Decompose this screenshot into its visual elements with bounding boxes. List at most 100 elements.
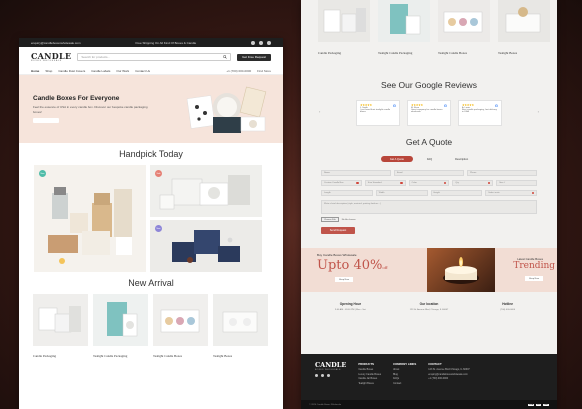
top-bar: enquiry@candleboxeswholesale.com Free Sh… [19,38,283,47]
required-marker [356,181,359,185]
new-badge: New [39,170,46,177]
facebook-icon[interactable] [251,40,255,45]
footer-phone[interactable]: +1 (700) 000-0000 [428,377,469,382]
quote-tabs: Get A Quote FAQ Description [301,156,557,162]
box-type-select[interactable]: Custom Candle Box [321,180,362,186]
footer-link[interactable]: Contact [393,382,416,387]
size-select[interactable]: Size Standard [364,180,406,186]
hero-button[interactable] [33,117,59,123]
required-marker [531,191,534,195]
search-input[interactable]: Search for products... [77,53,232,61]
review-card: ★★★★★ G J. Smith I just loved their teal… [356,100,400,126]
nav-item-home[interactable]: Home [31,69,39,73]
new-badge: New [155,225,162,232]
phone-field[interactable]: Phone [467,170,537,176]
qty-field[interactable]: Qty [452,180,494,186]
product-card[interactable]: Tealight Boxes [213,294,268,358]
review-card: ★★★★★ G M. Rose Great company for candle… [407,100,451,126]
product-title[interactable]: Tealight Candle Packaging [378,51,430,55]
message-textarea[interactable]: Write a brief description (style, materi… [321,200,537,214]
twitter-icon[interactable] [259,40,263,45]
store-info: Opening Hour 9:00 AM - 09:00 PM | Mon - … [301,302,557,311]
product-card[interactable]: Candle Packaging [33,294,88,358]
product-card[interactable]: Tealight Candle Packaging [93,294,148,358]
product-card[interactable]: Tealight Boxes [498,0,550,55]
facebook-icon[interactable] [315,373,318,377]
product-title[interactable]: Tealight Boxes [498,51,550,55]
search-icon[interactable] [223,55,227,59]
product-card[interactable]: Sale [150,165,262,217]
sale-badge: Sale [155,170,162,177]
product-title[interactable]: Tealight Candle Boxes [153,354,208,358]
product-card[interactable]: Tealight Candle Boxes [438,0,490,55]
reviews-carousel: ‹ ★★★★★ G J. Smith I just loved their te… [301,100,557,126]
site-header: CANDLE BOXES WHOLESALE Search for produc… [19,47,283,67]
google-icon: G [443,103,447,108]
file-upload: Choose File No file chosen [321,217,537,222]
nav-item-shop[interactable]: Shop [45,69,52,73]
length-field[interactable]: Length [321,190,373,196]
promo-subtitle: Buy Candle Boxes Wholesale [317,253,357,257]
handpick-title: Handpick Today [119,149,183,159]
product-title[interactable]: Candle Packaging [33,354,88,358]
product-card[interactable]: Tealight Candle Boxes [153,294,208,358]
product-title[interactable]: Candle Packaging [318,51,370,55]
email-link[interactable]: enquiry@candleboxeswholesale.com [31,41,81,45]
info-location: Our location 123 St. Avenue Blvd, Chicag… [409,302,449,311]
nav-item-our-work[interactable]: Our Work [116,69,129,73]
quote-title: Get A Quote [405,137,453,147]
product-list: Candle Packaging Tealight Candle Packagi… [301,0,557,55]
tab-description[interactable]: Description [446,156,477,162]
search-placeholder: Search for products... [81,55,111,59]
nav-item-labels[interactable]: Candle Labels [91,69,110,73]
required-marker [400,181,403,185]
find-store-link[interactable]: Find Store [257,69,271,73]
units-select[interactable]: Select units [485,190,537,196]
size-number-field[interactable]: Size # [496,180,537,186]
product-title[interactable]: Tealight Candle Packaging [93,354,148,358]
product-card[interactable]: Tealight Candle Packaging [378,0,430,55]
footer-logo[interactable]: CANDLE BOXES WHOLESALE [315,362,346,400]
tab-faq[interactable]: FAQ [418,156,441,162]
info-opening-hours: Opening Hour 9:00 AM - 09:00 PM | Mon - … [335,302,366,311]
shipping-notice: Free Shipping On All Kind Of Boxes & Can… [135,40,197,45]
instagram-icon[interactable] [327,373,330,377]
nav-item-dust-covers[interactable]: Candle Dust Covers [58,69,85,73]
site-logo[interactable]: CANDLE BOXES WHOLESALE [31,52,71,62]
shop-now-button[interactable]: Shop Now [525,276,543,281]
handpick-grid: New Sale New [19,165,283,272]
product-card[interactable]: New [34,165,146,272]
social-icons [251,40,271,45]
product-image [33,294,88,346]
product-title[interactable]: Tealight Candle Boxes [438,51,490,55]
phone-link[interactable]: +1 (700) 000-0000 [226,69,251,73]
twitter-icon[interactable] [321,373,324,377]
mastercard-icon: MC [536,403,542,406]
width-field[interactable]: Width [375,190,428,196]
choose-file-button[interactable]: Choose File [321,217,339,222]
chevron-right-icon[interactable]: › [538,109,539,114]
shop-now-button[interactable]: Shop Now [335,277,353,282]
email-field[interactable]: Email [394,170,464,176]
height-field[interactable]: Height [430,190,483,196]
product-card[interactable]: Candle Packaging [318,0,370,55]
instagram-icon[interactable] [267,40,271,45]
tab-get-quote[interactable]: Get A Quote [380,156,413,162]
info-hotline: Hotline (700) 000-0000 [500,302,516,311]
color-select[interactable]: Color [408,180,450,186]
get-quote-button[interactable]: Get Free Request [237,53,271,61]
google-icon: G [392,103,396,108]
nav-item-contact[interactable]: Contact Us [135,69,150,73]
google-icon: G [494,103,498,108]
name-field[interactable]: Name [321,170,391,176]
submit-quote-button[interactable]: Send Request [321,227,355,234]
hero-banner: Candle Boxes For Everyone Feel the essen… [19,75,283,143]
chevron-left-icon[interactable]: ‹ [319,109,320,114]
site-footer: CANDLE BOXES WHOLESALE PRODUCTS Candle B… [301,354,557,400]
product-image [150,220,262,272]
product-image [438,0,490,42]
review-text: Best candle packaging, fast delivery in … [462,109,497,113]
product-card[interactable]: New [150,220,262,272]
footer-link[interactable]: Tealight Boxes [358,382,381,387]
product-title[interactable]: Tealight Boxes [213,354,268,358]
